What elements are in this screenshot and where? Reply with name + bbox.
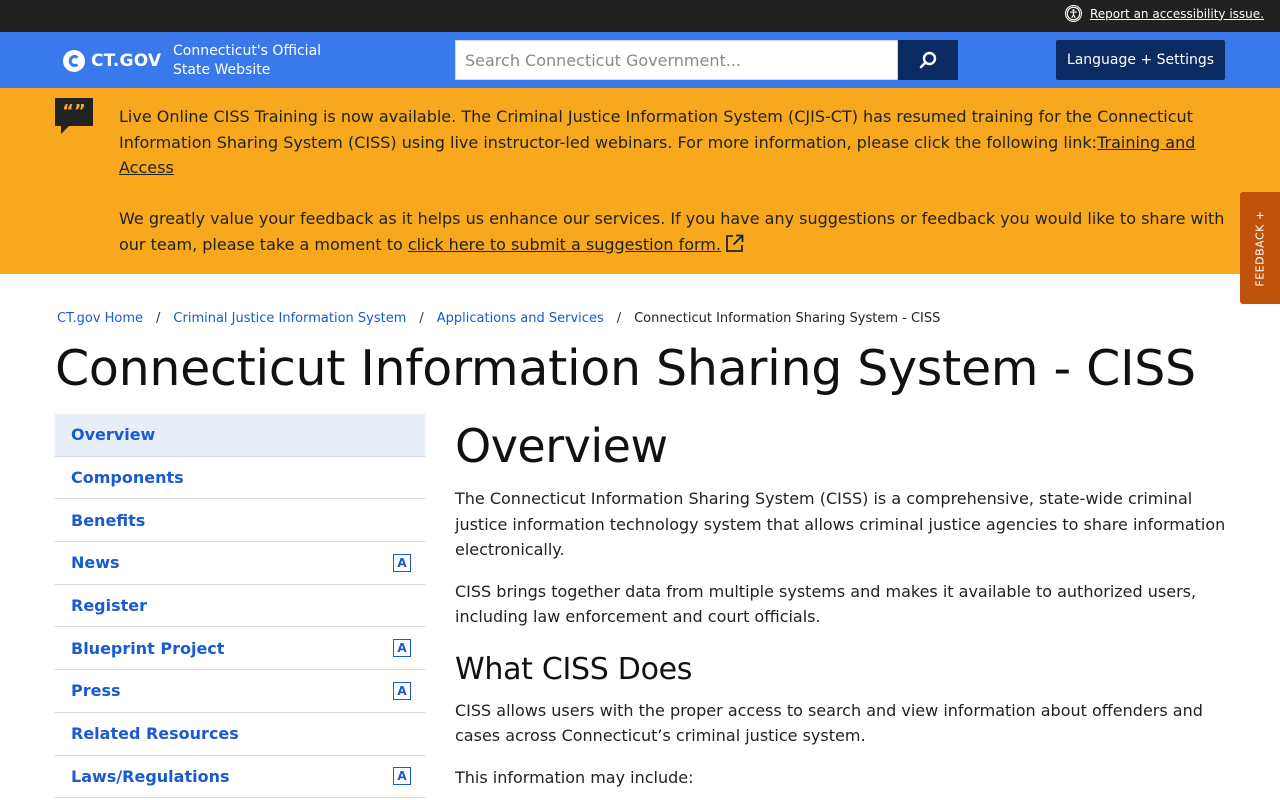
external-link-icon [726, 234, 744, 252]
sidenav-item-label: Components [71, 468, 184, 488]
sidenav-item-label: Benefits [71, 510, 146, 530]
search-input[interactable] [455, 40, 898, 80]
site-tagline: Connecticut's Official State Website [173, 43, 322, 78]
ct-logo-icon [63, 50, 85, 72]
main-content: Overview The Connecticut Information Sha… [455, 416, 1230, 790]
quote-icon: “” [55, 98, 93, 134]
sidenav-item-laws-regulations[interactable]: Laws/Regulations A [55, 756, 425, 799]
search-bar [455, 40, 958, 80]
accessibility-link[interactable]: Report an accessibility issue. [1090, 7, 1264, 21]
sidenav-item-label: News [71, 553, 120, 573]
breadcrumb-separator: / [616, 311, 622, 326]
alert-text: Live Online CISS Training is now availab… [119, 104, 1234, 257]
ct-gov-logo[interactable]: CT.GOV [63, 50, 161, 72]
language-settings-button[interactable]: Language + Settings [1056, 40, 1225, 80]
svg-text:“”: “” [62, 101, 86, 122]
search-icon [919, 51, 937, 69]
side-navigation: Overview Components Benefits News A Regi… [55, 414, 425, 799]
breadcrumb-home[interactable]: CT.gov Home [57, 311, 143, 326]
page-title: Connecticut Information Sharing System -… [55, 340, 1196, 397]
sidenav-item-label: Related Resources [71, 724, 239, 744]
sidenav-item-label: Register [71, 596, 148, 616]
alert-paragraph-training: Live Online CISS Training is now availab… [119, 107, 1196, 177]
logo-text: CT.GOV [91, 51, 162, 71]
overview-paragraph-2: CISS brings together data from multiple … [455, 581, 1197, 627]
sidenav-item-overview[interactable]: Overview [55, 414, 425, 457]
sidenav-item-label: Blueprint Project [71, 638, 225, 658]
section-heading-overview: Overview [455, 419, 668, 473]
sidenav-item-press[interactable]: Press A [55, 670, 425, 713]
sidenav-item-components[interactable]: Components [55, 457, 425, 500]
alert-paragraph-feedback: We greatly value your feedback as it hel… [119, 209, 1225, 254]
section-heading-what-ciss-does: What CISS Does [455, 651, 693, 687]
sidenav-item-label: Laws/Regulations [71, 766, 230, 786]
breadcrumb: CT.gov Home / Criminal Justice Informati… [57, 311, 940, 326]
top-utility-bar: Report an accessibility issue. [0, 0, 1280, 32]
accessibility-icon [1064, 5, 1082, 22]
external-site-icon: A [393, 767, 411, 786]
search-button[interactable] [898, 40, 958, 80]
breadcrumb-applications[interactable]: Applications and Services [437, 311, 604, 326]
overview-paragraph-1: The Connecticut Information Sharing Syst… [455, 489, 1226, 559]
sidenav-item-news[interactable]: News A [55, 542, 425, 585]
breadcrumb-separator: / [156, 311, 161, 326]
external-site-icon: A [393, 553, 411, 572]
information-list-intro: This information may include: [455, 767, 694, 787]
breadcrumb-cjis[interactable]: Criminal Justice Information System [173, 311, 406, 326]
feedback-tab[interactable]: FEEDBACK + [1240, 192, 1280, 304]
sidenav-item-label: Press [71, 681, 121, 701]
sidenav-item-blueprint-project[interactable]: Blueprint Project A [55, 627, 425, 671]
site-header: CT.GOV Connecticut's Official State Webs… [0, 32, 1280, 88]
breadcrumb-separator: / [419, 311, 424, 326]
sidenav-item-related-resources[interactable]: Related Resources [55, 713, 425, 756]
sidenav-item-benefits[interactable]: Benefits [55, 499, 425, 543]
external-site-icon: A [393, 681, 411, 700]
external-site-icon: A [393, 639, 411, 658]
alert-banner: “” Live Online CISS Training is now avai… [0, 88, 1280, 274]
breadcrumb-current: Connecticut Information Sharing System -… [634, 311, 941, 326]
accessibility-report[interactable]: Report an accessibility issue. [1064, 5, 1264, 22]
sidenav-item-label: Overview [71, 425, 156, 445]
suggestion-form-link[interactable]: click here to submit a suggestion form. [408, 235, 721, 254]
feedback-tab-label: FEEDBACK + [1253, 209, 1267, 287]
sidenav-item-register[interactable]: Register [55, 585, 425, 628]
what-ciss-does-paragraph: CISS allows users with the proper access… [455, 700, 1203, 746]
